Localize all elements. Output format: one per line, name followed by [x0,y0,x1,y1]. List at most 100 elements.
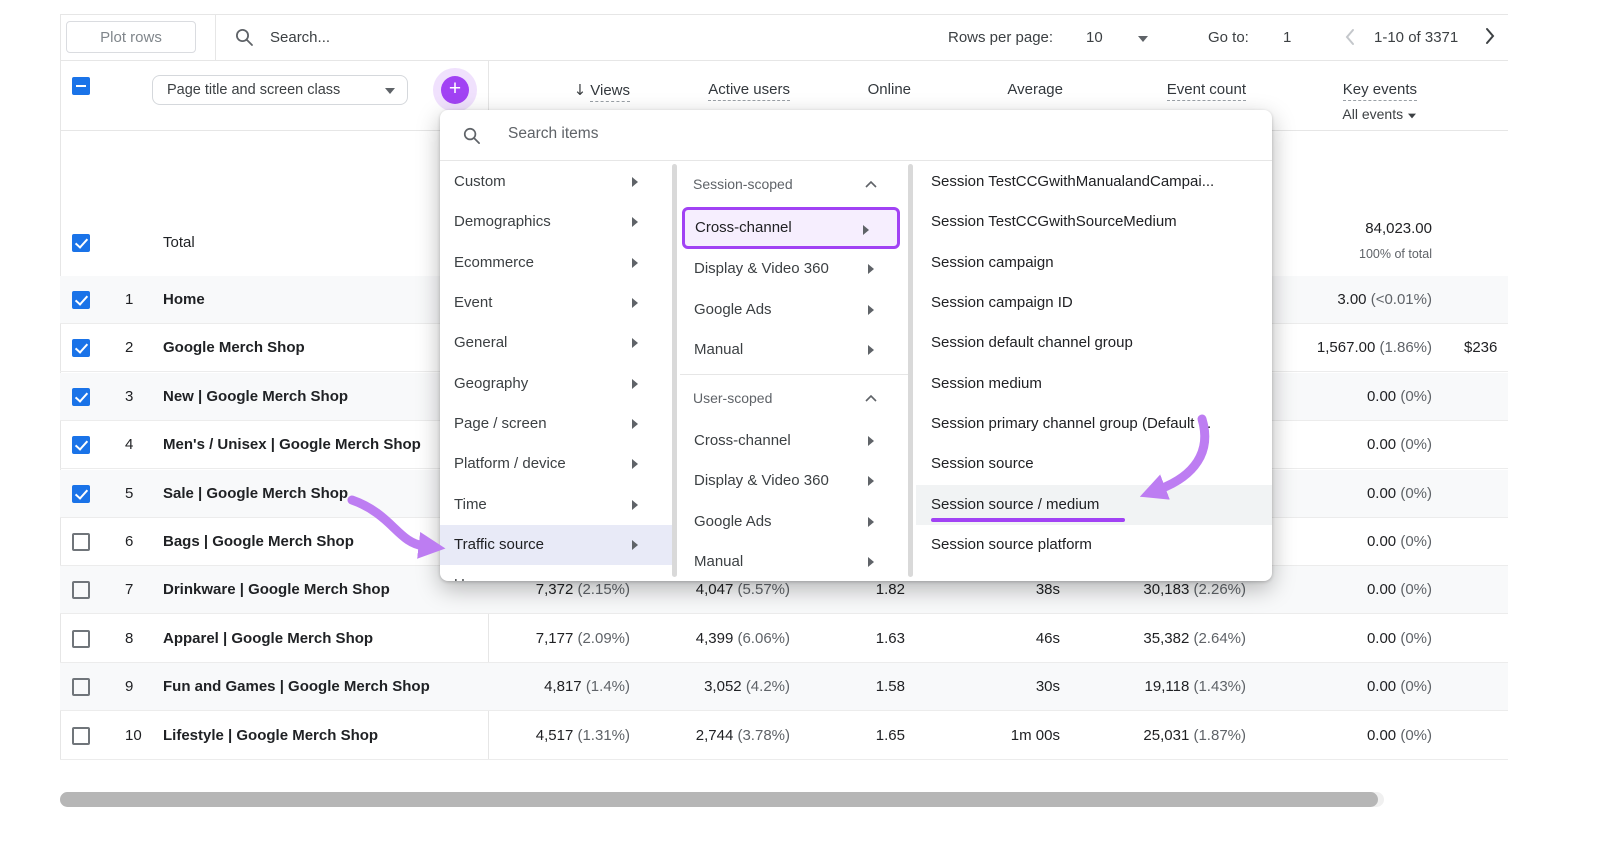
menu-search-icon [463,127,480,144]
column-header-views[interactable]: ↓ Views [470,81,630,102]
column-header-online[interactable]: Online [811,81,911,98]
event-count-cell: 25,031 (1.87%) [1143,727,1246,744]
menu-group-cross-channel-selected[interactable]: Cross-channel [682,207,900,249]
menu-group-user-manual[interactable]: Manual [680,542,908,581]
menu-group-display-video-360[interactable]: Display & Video 360 [680,249,908,289]
row-title: Drinkware | Google Merch Shop [163,581,390,598]
menu-category-ecommerce[interactable]: Ecommerce [440,243,672,283]
chevron-right-icon [863,225,869,235]
row-checkbox[interactable] [72,388,90,406]
avg-time-cell: 30s [1035,678,1060,695]
chevron-right-icon [632,379,638,389]
views-per-user-cell: 1.63 [875,630,905,647]
dimension-picker-menu: Search items Custom Demographics Ecommer… [440,110,1272,581]
dimension-item-session-primary-channel-group[interactable]: Session primary channel group (Default .… [916,404,1272,444]
dimension-item-testccg-manual-campaign[interactable]: Session TestCCGwithManualandCampai... [916,162,1272,202]
column-header-key-events[interactable]: Key events [1267,81,1417,101]
dimension-item-session-medium[interactable]: Session medium [916,364,1272,404]
pagination-range: 1-10 of 3371 [1374,29,1459,46]
rows-per-page-caret-icon[interactable] [1138,36,1148,42]
menu-category-page-screen[interactable]: Page / screen [440,404,672,444]
horizontal-scrollbar-thumb[interactable] [60,792,1378,807]
row-title: Bags | Google Merch Shop [163,533,354,550]
chevron-right-icon [868,305,874,315]
event-count-cell: 35,382 (2.64%) [1143,630,1246,647]
dimension-selector-caret-icon [385,88,395,94]
event-count-cell: 30,183 (2.26%) [1143,581,1246,598]
avg-time-cell: 1m 00s [1010,727,1060,744]
menu-category-general[interactable]: General [440,323,672,363]
key-events-cell: 0.00 (0%) [1366,581,1432,598]
row-number: 2 [125,339,134,356]
row-number: 8 [125,630,134,647]
row-checkbox[interactable] [72,339,90,357]
dimension-item-session-campaign-id[interactable]: Session campaign ID [916,283,1272,323]
dimension-selector-dropdown[interactable]: Page title and screen class [152,75,408,105]
total-row-checkbox[interactable] [72,234,90,252]
dimension-item-testccg-source-medium[interactable]: Session TestCCGwithSourceMedium [916,202,1272,242]
previous-page-icon[interactable] [1344,28,1356,46]
menu-scrollbar[interactable] [672,164,677,577]
row-checkbox[interactable] [72,485,90,503]
column-header-active-users[interactable]: Active users [640,81,790,101]
user-scoped-group-header[interactable]: User-scoped [680,376,908,420]
menu-group-user-cross-channel[interactable]: Cross-channel [680,421,908,461]
horizontal-scrollbar-track[interactable] [60,792,1384,807]
plot-rows-button[interactable]: Plot rows [66,21,196,53]
menu-scrollbar[interactable] [908,164,913,577]
row-checkbox[interactable] [72,630,90,648]
dimension-item-session-campaign[interactable]: Session campaign [916,243,1272,283]
table-row[interactable]: 9 Fun and Games | Google Merch Shop 4,81… [60,663,1508,711]
active-users-cell: 2,744 (3.78%) [695,727,790,744]
go-to-label: Go to: [1208,29,1249,46]
table-row[interactable]: 10 Lifestyle | Google Merch Shop 4,517 (… [60,712,1508,760]
menu-category-custom[interactable]: Custom [440,162,672,202]
search-icon[interactable] [234,27,254,47]
chevron-right-icon [868,264,874,274]
menu-group-user-display-video-360[interactable]: Display & Video 360 [680,461,908,501]
row-number: 5 [125,485,134,502]
go-to-input[interactable]: 1 [1283,29,1291,46]
menu-search-input[interactable]: Search items [508,125,598,143]
next-page-icon[interactable] [1484,27,1496,45]
select-all-checkbox[interactable] [72,77,90,95]
event-count-cell: 19,118 (1.43%) [1144,678,1246,695]
menu-group-user-google-ads[interactable]: Google Ads [680,502,908,542]
dimension-selector-label: Page title and screen class [167,82,341,98]
chevron-right-icon [868,476,874,486]
group-divider [680,374,908,375]
row-checkbox[interactable] [72,581,90,599]
table-row[interactable]: 8 Apparel | Google Merch Shop 7,177 (2.0… [60,615,1508,663]
table-search-input[interactable]: Search... [270,29,330,46]
column-header-event-count[interactable]: Event count [1106,81,1246,101]
column-header-average[interactable]: Average [943,81,1063,98]
menu-category-platform-device[interactable]: Platform / device [440,444,672,484]
chevron-right-icon [868,557,874,567]
menu-category-demographics[interactable]: Demographics [440,202,672,242]
row-checkbox[interactable] [72,727,90,745]
total-label: Total [163,234,195,251]
dimension-item-session-source[interactable]: Session source [916,444,1272,484]
analytics-report-screen: Plot rows Search... Rows per page: 10 Go… [0,0,1600,844]
row-checkbox[interactable] [72,291,90,309]
menu-category-event[interactable]: Event [440,283,672,323]
menu-category-traffic-source[interactable]: Traffic source [440,525,672,565]
views-cell: 4,817 (1.4%) [544,678,630,695]
rows-per-page-select[interactable]: 10 [1086,29,1103,46]
row-checkbox[interactable] [72,436,90,454]
menu-group-manual[interactable]: Manual [680,330,908,370]
menu-category-time[interactable]: Time [440,485,672,525]
key-events-filter-dropdown[interactable]: All events [1267,106,1417,122]
toolbar-vertical-divider [215,14,216,60]
menu-category-geography[interactable]: Geography [440,364,672,404]
dimension-item-session-default-channel-group[interactable]: Session default channel group [916,323,1272,363]
views-per-user-cell: 1.65 [875,727,905,744]
dimension-item-session-source-platform[interactable]: Session source platform [916,525,1272,565]
chevron-right-icon [632,298,638,308]
row-checkbox[interactable] [72,678,90,696]
session-scoped-group-header[interactable]: Session-scoped [680,162,908,206]
menu-category-user[interactable]: User [440,565,672,581]
menu-group-google-ads[interactable]: Google Ads [680,290,908,330]
row-checkbox[interactable] [72,533,90,551]
add-dimension-button[interactable]: + [441,76,469,104]
